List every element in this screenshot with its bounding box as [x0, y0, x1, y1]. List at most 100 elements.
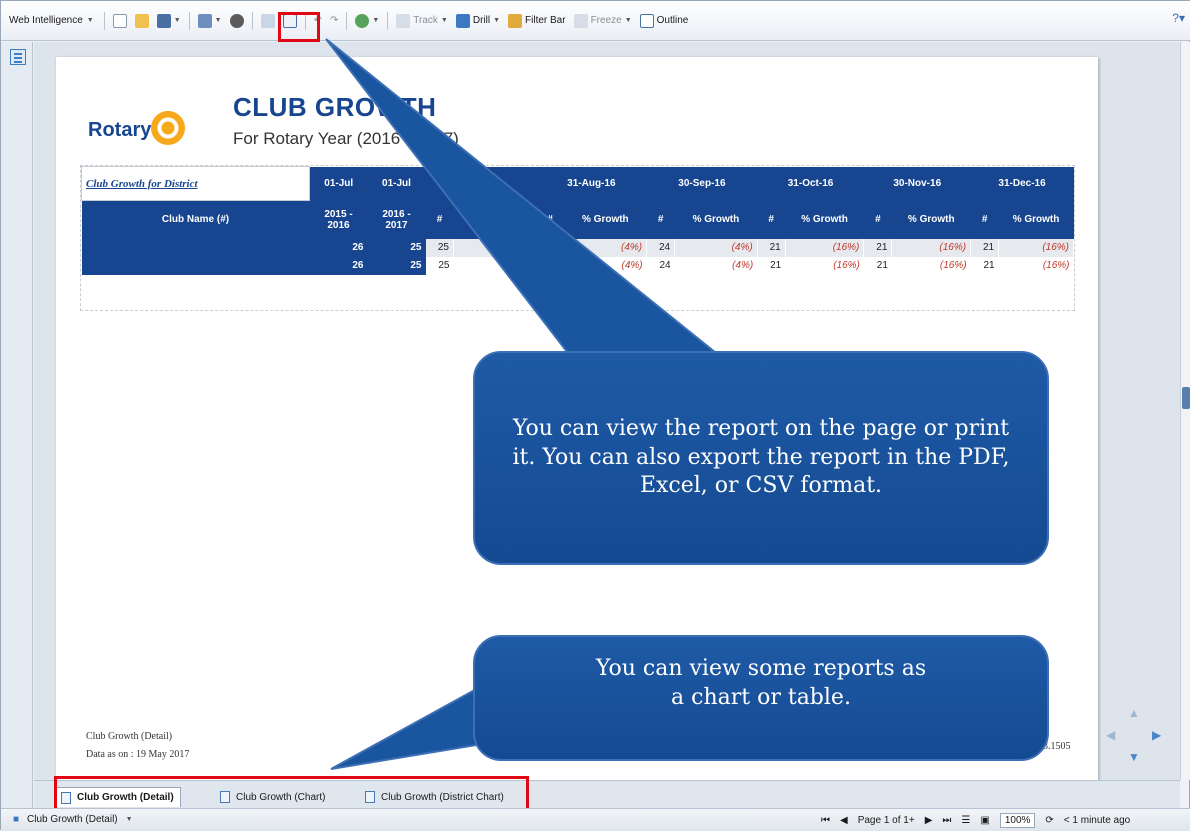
filter-bar-button[interactable]: Filter Bar	[504, 10, 570, 32]
main-toolbar: Web Intelligence ▼ ▼ ▼ ↶ ↷ ▼ Track ▼ Dril…	[1, 1, 1190, 41]
table-cell: (16%)	[998, 238, 1074, 257]
history-button[interactable]	[257, 10, 279, 32]
refresh-icon	[355, 13, 370, 28]
growth-header: % Growth	[998, 200, 1074, 239]
track-button[interactable]: Track ▼	[392, 10, 452, 32]
app-menu-label: Web Intelligence	[9, 15, 83, 26]
side-panel-toggle[interactable]	[1182, 387, 1190, 409]
table-cell: (16%)	[785, 256, 864, 275]
find-button[interactable]	[226, 10, 248, 32]
page-navigation-pad[interactable]: ▲ ◀ ▶ ▼	[1106, 706, 1161, 766]
app-menu[interactable]: Web Intelligence ▼	[7, 15, 100, 26]
toolbar-divider	[251, 11, 253, 30]
count-header: #	[970, 200, 999, 239]
table-row[interactable]: 26 25 25 (4%) 24 (4%) 21 (16%) 21 (16%) …	[81, 238, 1074, 257]
export-callout-text: You can view the report on the page or p…	[512, 416, 1010, 499]
previous-page-icon[interactable]: ◀	[840, 815, 848, 826]
table-cell: 25	[367, 238, 426, 257]
count-header: #	[536, 200, 565, 239]
first-page-icon[interactable]: ⏮	[821, 815, 830, 826]
app-window: Web Intelligence ▼ ▼ ▼ ↶ ↷ ▼ Track ▼ Dril…	[0, 0, 1190, 831]
chart-callout-text: You can view some reports as a chart or …	[595, 656, 927, 710]
report-title: CLUB GROWTH	[233, 92, 437, 122]
toolbar-divider	[346, 11, 348, 30]
club-name-cell	[81, 238, 310, 257]
vertical-scrollbar[interactable]	[1180, 42, 1190, 780]
year-header: 2016 - 2017	[367, 200, 426, 239]
new-document-button[interactable]	[109, 10, 131, 32]
last-page-icon[interactable]: ⏭	[942, 815, 951, 826]
table-cell: 24	[646, 238, 676, 257]
page-indicator: Page 1 of 1+	[857, 815, 915, 826]
footer-data-date: Data as on : 19 May 2017	[86, 749, 190, 760]
table-cell: (16%)	[998, 256, 1074, 275]
print-menu-button[interactable]: ▼	[194, 10, 226, 32]
outline-icon	[639, 13, 654, 28]
quick-display-icon[interactable]: ☰	[961, 815, 970, 826]
count-header: #	[863, 200, 892, 239]
table-cell: (4%)	[674, 256, 758, 275]
drill-label: Drill	[472, 15, 491, 26]
navigation-panel	[1, 42, 33, 808]
column-header: 30-Sep-16	[646, 166, 758, 201]
chevron-down-icon: ▼	[440, 17, 448, 24]
rotary-logo-text: Rotary	[88, 119, 152, 141]
redo-button[interactable]: ↷	[326, 10, 342, 32]
folder-icon	[134, 13, 149, 28]
save-button[interactable]: ▼	[153, 10, 185, 32]
status-bar: ■ Club Growth (Detail) ▼ ⏮ ◀ Page 1 of 1…	[1, 808, 1190, 831]
arrow-down-icon[interactable]: ▼	[1128, 750, 1140, 764]
table-cell: 26	[309, 238, 368, 257]
next-page-icon[interactable]: ▶	[925, 815, 933, 826]
table-cell: 21	[863, 256, 892, 275]
growth-header: % Growth	[674, 200, 758, 239]
report-table-container: Club Growth for District 01-Jul 01-Jul 3…	[80, 165, 1075, 311]
refresh-status-icon: ⟳	[1045, 815, 1054, 826]
table-cell: (16%)	[891, 238, 972, 257]
filter-icon	[508, 13, 523, 28]
club-name-cell	[81, 256, 310, 275]
arrow-right-icon[interactable]: ▶	[1152, 728, 1161, 742]
document-structure-icon[interactable]	[10, 49, 26, 65]
table-cell	[453, 238, 537, 257]
open-button[interactable]	[131, 10, 153, 32]
freeze-button[interactable]: Freeze ▼	[570, 10, 636, 32]
growth-header: % Growth	[785, 200, 864, 239]
refresh-button[interactable]: ▼	[351, 10, 383, 32]
chevron-down-icon[interactable]: ▼	[126, 816, 133, 823]
help-icon[interactable]: ?▾	[1172, 11, 1185, 25]
arrow-up-icon[interactable]: ▲	[1128, 706, 1140, 720]
growth-header: % Growth	[453, 200, 537, 239]
table-cell: 25	[425, 256, 454, 275]
count-header: #	[425, 200, 454, 239]
status-report-name[interactable]: Club Growth (Detail)	[27, 814, 118, 825]
column-header: 01-Jul	[309, 166, 368, 201]
history-icon	[260, 13, 275, 28]
chevron-down-icon: ▼	[493, 17, 501, 24]
growth-header: % Growth	[891, 200, 971, 239]
table-cell: 21	[757, 238, 786, 257]
toolbar-divider	[103, 11, 105, 30]
table-cell: 25	[367, 256, 426, 275]
footer-report-name: Club Growth (Detail)	[86, 731, 173, 742]
column-header: 31-Aug-16	[536, 166, 647, 201]
chevron-down-icon: ▼	[214, 17, 222, 24]
rotary-wheel-icon	[151, 111, 185, 145]
district-label[interactable]: Club Growth for District	[81, 166, 310, 201]
page-mode-icon[interactable]: ▣	[980, 815, 989, 826]
table-row[interactable]: 26 25 25 (4%) 24 (4%) 21 (16%) 21 (16%) …	[81, 256, 1074, 275]
toolbar-divider	[188, 11, 190, 30]
growth-header: % Growth	[564, 200, 647, 239]
table-cell: (16%)	[785, 238, 865, 257]
arrow-left-icon[interactable]: ◀	[1106, 728, 1115, 742]
print-highlight-box	[278, 12, 320, 42]
print-icon	[197, 13, 212, 28]
zoom-select[interactable]: 100%	[999, 813, 1036, 828]
structure-icon: ■	[13, 814, 20, 825]
column-header: 31-Dec-16	[970, 166, 1074, 201]
year-header: 2015 - 2016	[309, 200, 368, 239]
count-header: #	[757, 200, 786, 239]
new-document-icon	[112, 13, 127, 28]
drill-button[interactable]: Drill ▼	[452, 10, 504, 32]
outline-button[interactable]: Outline	[636, 10, 693, 32]
